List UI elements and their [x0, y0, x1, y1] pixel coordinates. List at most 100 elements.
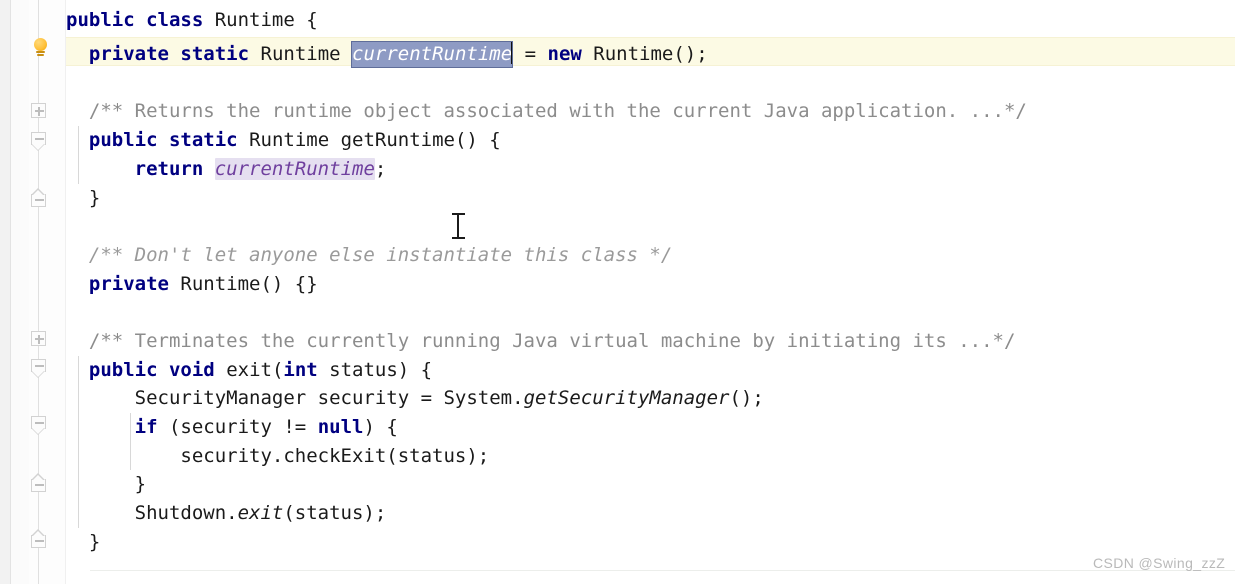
code-line[interactable]: /** Don't let anyone else instantiate th…: [66, 241, 1235, 270]
code-token: Runtime: [249, 43, 353, 65]
code-line[interactable]: public class Runtime {: [66, 6, 1235, 35]
code-line[interactable]: }: [66, 184, 1235, 213]
code-token: /** Terminates the currently running Jav…: [66, 330, 1016, 352]
code-line[interactable]: [66, 298, 1235, 327]
code-token: SecurityManager security = System.: [66, 387, 524, 409]
editor-gutter[interactable]: [29, 0, 66, 584]
code-token: Runtime getRuntime() {: [237, 129, 501, 151]
fold-tip-inner: [32, 371, 44, 377]
fold-region-end-icon[interactable]: [31, 473, 48, 492]
code-token: Shutdown.: [66, 502, 238, 524]
code-token: exit(: [214, 359, 284, 381]
watermark-label: CSDN @Swing_zzZ: [1093, 555, 1226, 571]
code-token: ;: [374, 158, 387, 180]
code-line[interactable]: [66, 68, 1235, 97]
fold-collapsed-icon[interactable]: [31, 103, 48, 120]
code-token: void: [168, 359, 215, 381]
bulb-base-lower: [37, 54, 44, 56]
fold-tip-inner: [32, 428, 44, 434]
fold-rail-line: [38, 0, 39, 584]
code-token: (status);: [283, 502, 387, 524]
ibeam-stem: [457, 215, 459, 237]
code-token: static: [180, 43, 250, 65]
fold-region-start-icon[interactable]: [31, 416, 48, 435]
code-line[interactable]: [66, 212, 1235, 241]
identifier-usage-highlight[interactable]: currentRuntime: [214, 158, 375, 180]
fold-collapsed-icon[interactable]: [31, 331, 48, 348]
fold-region-start-icon[interactable]: [31, 132, 48, 151]
code-token: =: [513, 43, 548, 65]
text-ibeam-cursor: [452, 213, 465, 239]
fold-region-start-icon[interactable]: [31, 359, 48, 378]
code-token: }: [66, 473, 147, 495]
ibeam-cap-bottom: [452, 237, 465, 239]
code-token: ) {: [363, 416, 398, 438]
fold-sign-horizontal: [35, 484, 44, 486]
code-token: Runtime {: [203, 9, 318, 31]
fold-box: [31, 479, 46, 492]
intention-bulb-icon[interactable]: [32, 38, 49, 58]
code-line[interactable]: }: [66, 528, 1235, 557]
fold-sign-horizontal: [35, 338, 44, 340]
code-token: private: [88, 43, 169, 65]
code-line[interactable]: private Runtime() {}: [66, 270, 1235, 299]
code-token: /** Returns the runtime object associate…: [66, 100, 1027, 122]
code-token: new: [547, 43, 582, 65]
fold-box: [31, 194, 46, 207]
fold-sign-horizontal: [35, 138, 44, 140]
fold-tip-inner: [32, 530, 44, 537]
code-line[interactable]: public static Runtime getRuntime() {: [66, 126, 1235, 155]
code-token: status) {: [317, 359, 433, 381]
fold-sign-vertical: [38, 107, 40, 116]
code-text-area[interactable]: public class Runtime { private static Ru…: [66, 0, 1235, 584]
code-token: return: [134, 158, 204, 180]
fold-sign-horizontal: [35, 540, 44, 542]
code-token: int: [283, 359, 318, 381]
editor-annotation-rail: [11, 0, 29, 584]
code-token: private: [88, 273, 169, 295]
code-token: class: [146, 9, 204, 31]
fold-tip-inner: [32, 474, 44, 481]
code-token: exit: [237, 502, 284, 524]
code-token: null: [317, 416, 364, 438]
code-token: Runtime();: [581, 43, 708, 65]
code-line[interactable]: public void exit(int status) {: [66, 356, 1235, 385]
fold-sign-horizontal: [35, 110, 44, 112]
fold-tip-inner: [32, 189, 44, 196]
fold-sign-horizontal: [35, 199, 44, 201]
fold-region-end-icon[interactable]: [31, 188, 48, 207]
code-token: }: [66, 531, 101, 553]
selected-identifier[interactable]: currentRuntime: [351, 41, 514, 68]
fold-box: [31, 535, 46, 548]
code-editor[interactable]: public class Runtime { private static Ru…: [0, 0, 1235, 584]
fold-tip-inner: [32, 144, 44, 150]
code-token: public: [88, 359, 158, 381]
code-line[interactable]: }: [66, 470, 1235, 499]
code-line[interactable]: /** Terminates the currently running Jav…: [66, 327, 1235, 356]
code-line[interactable]: if (security != null) {: [66, 413, 1235, 442]
code-line[interactable]: SecurityManager security = System.getSec…: [66, 384, 1235, 413]
fold-sign-horizontal: [35, 365, 44, 367]
code-line[interactable]: security.checkExit(status);: [66, 442, 1235, 471]
code-line[interactable]: /** Returns the runtime object associate…: [66, 97, 1235, 126]
code-token: /** Don't let anyone else instantiate th…: [66, 244, 673, 266]
code-line[interactable]: private static Runtime currentRuntime = …: [66, 40, 1235, 69]
code-token: public: [66, 9, 135, 31]
code-token: public: [88, 129, 158, 151]
code-token: static: [168, 129, 238, 151]
fold-sign-horizontal: [35, 422, 44, 424]
code-line[interactable]: return currentRuntime;: [66, 155, 1235, 184]
editor-left-rail: [0, 0, 11, 584]
fold-region-end-icon[interactable]: [31, 529, 48, 548]
code-line[interactable]: Shutdown.exit(status);: [66, 499, 1235, 528]
